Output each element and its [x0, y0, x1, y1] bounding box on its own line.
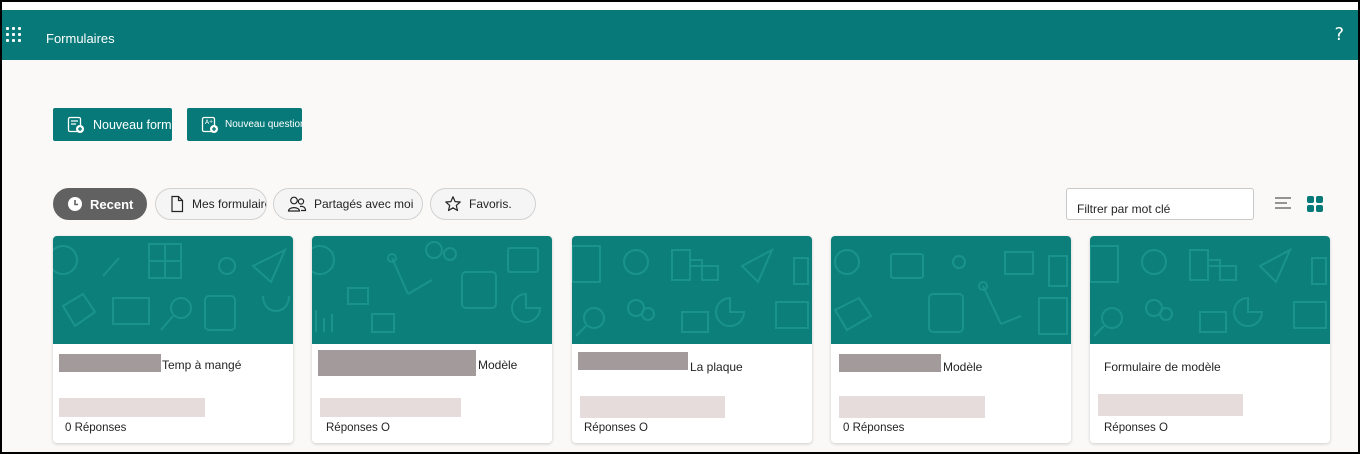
- tab-favorites[interactable]: Favoris.: [430, 188, 536, 220]
- app-title[interactable]: Formulaires: [46, 31, 115, 46]
- card-banner-image: [831, 236, 1071, 344]
- form-card[interactable]: Temp à mangé 0 Réponses: [53, 236, 293, 443]
- response-count: Réponses O: [1104, 422, 1168, 434]
- new-form-button[interactable]: Nouveau formulaire: [53, 108, 172, 141]
- keyword-filter-input[interactable]: Filtrer par mot clé: [1066, 188, 1254, 220]
- form-title: Formulaire de modèle: [1104, 360, 1221, 374]
- tab-recent[interactable]: Recent: [53, 188, 147, 220]
- forms-app-window: Formulaires ? Nouveau formulaire A + Nou…: [0, 0, 1360, 454]
- card-banner-image: [572, 236, 812, 344]
- card-banner-image: [1090, 236, 1330, 344]
- form-card[interactable]: Formulaire de modèle Réponses O: [1090, 236, 1330, 443]
- redacted-block: [839, 354, 941, 372]
- new-quiz-label: Nouveau questionnaire: [225, 119, 302, 130]
- redacted-block: [580, 396, 725, 418]
- form-card[interactable]: Modèle Réponses O: [312, 236, 552, 443]
- tab-my-forms[interactable]: Mes formulaires: [155, 188, 267, 220]
- people-icon: [287, 196, 307, 212]
- redacted-block: [839, 396, 985, 418]
- top-app-bar: Formulaires ?: [2, 2, 1358, 60]
- redacted-block: [578, 352, 688, 370]
- new-quiz-button[interactable]: A + Nouveau questionnaire: [187, 108, 302, 141]
- tab-shared-label: Partagés avec moi: [314, 197, 414, 211]
- star-icon: [445, 196, 461, 212]
- new-form-label: Nouveau formulaire: [93, 117, 172, 132]
- redacted-block: [59, 354, 161, 372]
- form-title: Temp à mangé: [162, 358, 242, 372]
- new-form-icon: [67, 116, 84, 133]
- tab-favorites-label: Favoris.: [469, 197, 512, 211]
- tab-my-forms-label: Mes formulaires: [192, 197, 266, 211]
- response-count: 0 Réponses: [65, 422, 127, 434]
- card-banner-image: [53, 236, 293, 344]
- document-icon: [171, 195, 184, 213]
- clock-icon: [68, 197, 82, 211]
- response-count: Réponses O: [326, 422, 390, 434]
- new-quiz-icon: A +: [201, 116, 218, 133]
- form-title: Modèle: [478, 358, 518, 372]
- svg-text:+: +: [209, 119, 213, 125]
- app-launcher-icon[interactable]: [6, 27, 22, 43]
- response-count: Réponses O: [584, 422, 648, 434]
- card-banner-image: [312, 236, 552, 344]
- form-title: La plaque: [690, 360, 743, 374]
- redacted-block: [59, 398, 205, 417]
- tab-shared-with-me[interactable]: Partagés avec moi: [273, 188, 423, 220]
- form-title: Modèle: [943, 360, 983, 374]
- redacted-block: [318, 350, 476, 376]
- form-card[interactable]: La plaque Réponses O: [572, 236, 812, 443]
- list-view-icon[interactable]: [1273, 195, 1293, 211]
- redacted-block: [1098, 394, 1243, 416]
- redacted-block: [320, 398, 461, 417]
- tab-recent-label: Recent: [90, 196, 134, 212]
- response-count: 0 Réponses: [843, 422, 905, 434]
- grid-view-icon[interactable]: [1306, 195, 1324, 213]
- help-icon[interactable]: ?: [1334, 24, 1344, 45]
- form-card[interactable]: Modèle 0 Réponses: [831, 236, 1071, 443]
